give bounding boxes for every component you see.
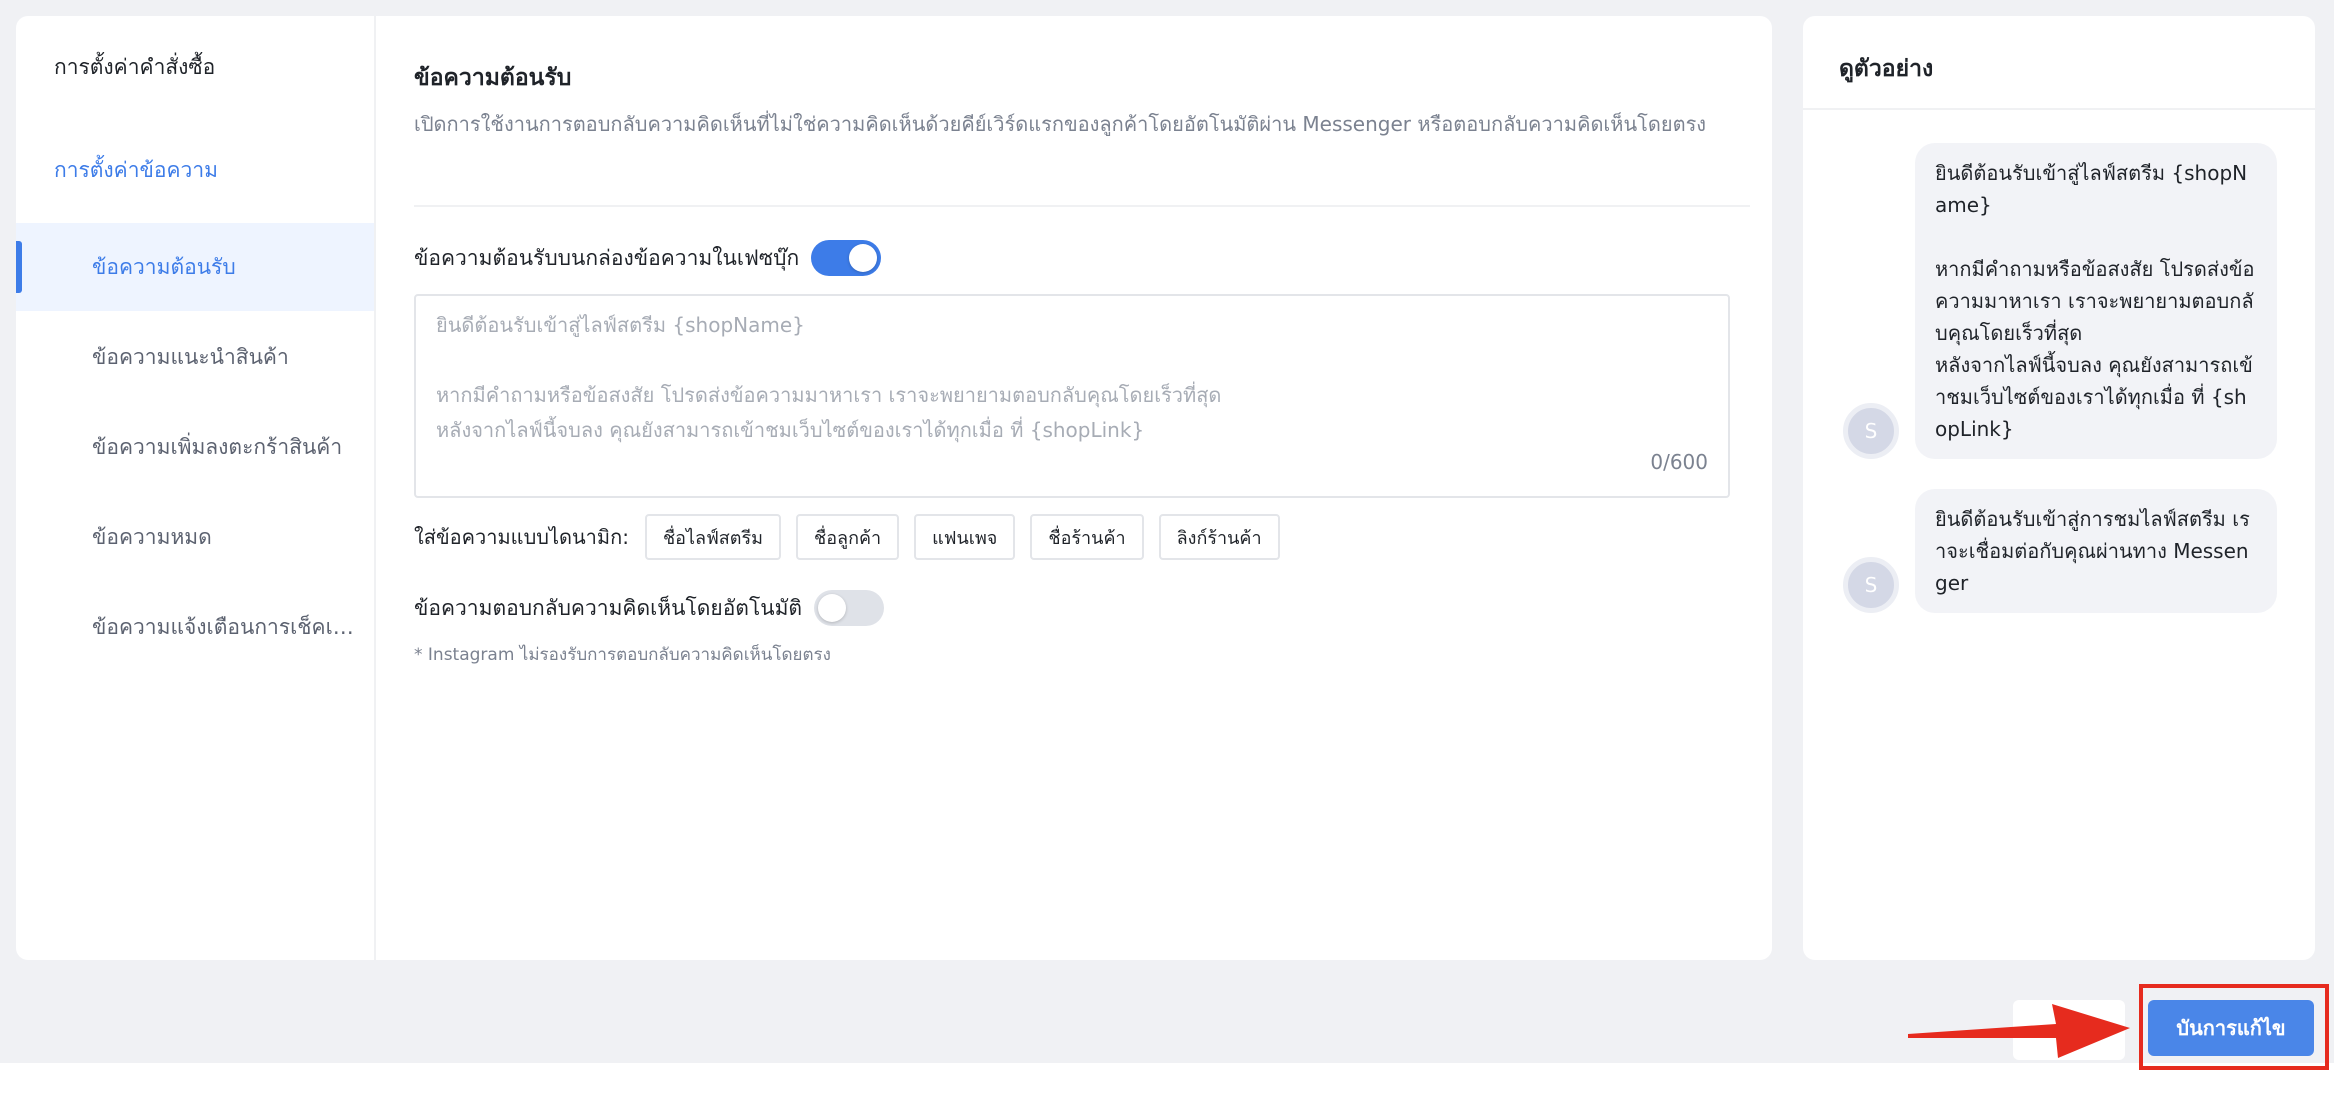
avatar: S [1843, 557, 1899, 613]
sidebar-item-label: ข้อความเพิ่มลงตะกร้าสินค้า [92, 434, 343, 459]
sidebar-group-message-settings[interactable]: การตั้งค่าข้อความ [54, 154, 218, 187]
footer-bar [0, 1063, 2334, 1110]
divider [414, 205, 1750, 207]
toggle-knob [818, 594, 847, 622]
welcome-message-placeholder: ยินดีต้อนรับเข้าสู่ไลฟ์สตรีม {shopName} … [436, 313, 1222, 442]
sidebar-item-out-of-stock[interactable]: ข้อความหมด [16, 493, 374, 581]
dynamic-insert-label: ใส่ข้อความแบบไดนามิก: [414, 525, 629, 549]
fb-welcome-toggle[interactable] [811, 240, 882, 276]
sidebar-item-welcome-message[interactable]: ข้อความต้อนรับ [16, 223, 374, 311]
fb-welcome-toggle-row: ข้อความต้อนรับบนกล่องข้อความในเฟซบุ๊ก [414, 240, 882, 276]
sidebar-item-product-recommendation[interactable]: ข้อความแนะนำสินค้า [16, 313, 374, 401]
toggle-knob [849, 244, 878, 272]
sidebar-item-label: ข้อความแจ้งเตือนการเช็คเอาท์ [92, 614, 354, 639]
chip-shop-name[interactable]: ชื่อร้านค้า [1030, 514, 1144, 560]
message-bubble: ยินดีต้อนรับเข้าสู่ไลฟ์สตรีม {shopName} … [1915, 143, 2277, 459]
sidebar-group-order-settings[interactable]: การตั้งค่าคำสั่งซื้อ [54, 51, 215, 84]
instagram-note: * Instagram ไม่รองรับการตอบกลับความคิดเห… [414, 645, 831, 665]
avatar: S [1843, 403, 1899, 459]
settings-panel: การตั้งค่าคำสั่งซื้อ การตั้งค่าข้อความ ข… [16, 16, 1772, 960]
chip-fanpage[interactable]: แฟนเพจ [914, 514, 1016, 560]
char-counter: 0/600 [1650, 450, 1708, 474]
sidebar-item-label: ข้อความหมด [92, 524, 212, 549]
preview-title: ดูตัวอย่าง [1839, 56, 1934, 82]
page-title: ข้อความต้อนรับ [414, 65, 572, 91]
chip-customer-name[interactable]: ชื่อลูกค้า [796, 514, 900, 560]
message-bubble: ยินดีต้อนรับเข้าสู่การชมไลฟ์สตรีม เราจะเ… [1915, 489, 2277, 613]
sidebar-item-add-to-cart[interactable]: ข้อความเพิ่มลงตะกร้าสินค้า [16, 403, 374, 491]
fb-welcome-toggle-label: ข้อความต้อนรับบนกล่องข้อความในเฟซบุ๊ก [414, 245, 800, 270]
sidebar: การตั้งค่าคำสั่งซื้อ การตั้งค่าข้อความ ข… [16, 16, 376, 960]
chip-livestream-name[interactable]: ชื่อไลฟ์สตรีม [644, 514, 782, 560]
preview-message: S ยินดีต้อนรับเข้าสู่ไลฟ์สตรีม {shopName… [1843, 143, 2277, 459]
page-description: เปิดการใช้งานการตอบกลับความคิดเห็นที่ไม่… [414, 112, 1707, 136]
preview-message: S ยินดีต้อนรับเข้าสู่การชมไลฟ์สตรีม เราจ… [1843, 489, 2277, 613]
chip-shop-link[interactable]: ลิงก์ร้านค้า [1158, 514, 1280, 560]
sidebar-item-label: ข้อความแนะนำสินค้า [92, 344, 289, 369]
welcome-message-settings: ข้อความต้อนรับ เปิดการใช้งานการตอบกลับคว… [414, 16, 1750, 960]
preview-panel: ดูตัวอย่าง S ยินดีต้อนรับเข้าสู่ไลฟ์สตรี… [1803, 16, 2315, 960]
sidebar-item-checkout-reminder[interactable]: ข้อความแจ้งเตือนการเช็คเอาท์ [16, 583, 374, 671]
auto-reply-toggle-row: ข้อความตอบกลับความคิดเห็นโดยอัตโนมัติ [414, 590, 885, 626]
dynamic-insert-row: ใส่ข้อความแบบไดนามิก: ชื่อไลฟ์สตรีม ชื่อ… [414, 514, 1295, 560]
auto-reply-toggle-label: ข้อความตอบกลับความคิดเห็นโดยอัตโนมัติ [414, 595, 803, 620]
divider [1803, 108, 2315, 110]
arrow-annotation-icon [1908, 1004, 2130, 1058]
welcome-message-textarea[interactable]: ยินดีต้อนรับเข้าสู่ไลฟ์สตรีม {shopName} … [414, 294, 1730, 498]
sidebar-item-label: ข้อความต้อนรับ [92, 254, 236, 279]
auto-reply-toggle[interactable] [814, 590, 885, 626]
highlight-box [2139, 984, 2329, 1070]
